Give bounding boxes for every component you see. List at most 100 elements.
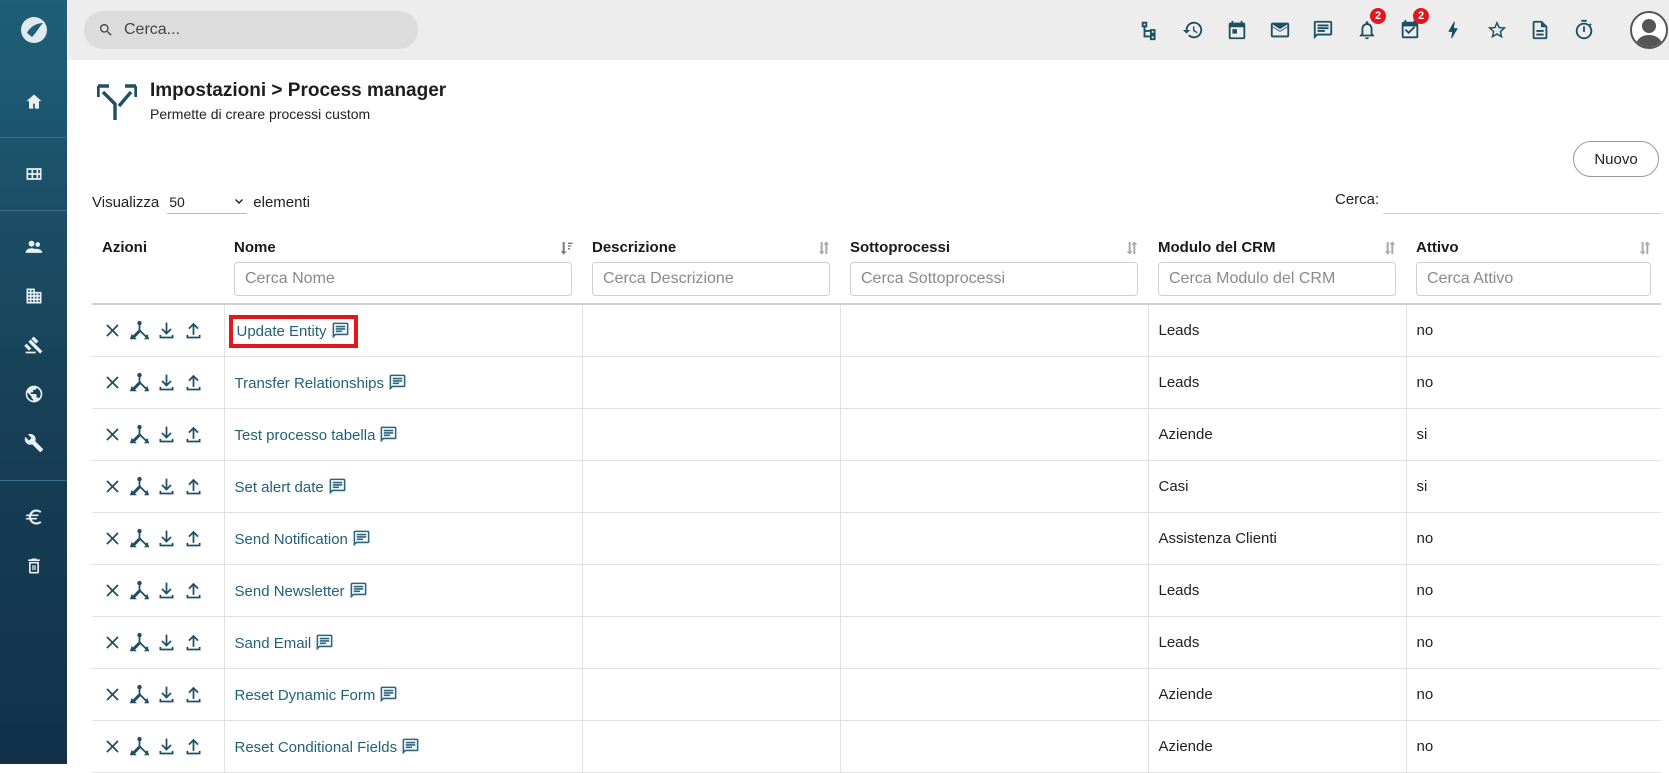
global-search[interactable] <box>84 11 418 49</box>
org-chart-button[interactable] <box>1137 17 1163 43</box>
top-bar: 2 2 <box>67 0 1669 60</box>
process-name-link[interactable]: Sand Email <box>235 635 312 652</box>
column-header-descrizione[interactable]: Descrizione <box>582 236 840 305</box>
fork-icon[interactable] <box>129 372 150 393</box>
comment-icon[interactable] <box>388 373 407 392</box>
fork-icon[interactable] <box>129 476 150 497</box>
sidebar-item-settings[interactable] <box>0 423 67 463</box>
upload-icon[interactable] <box>183 580 204 601</box>
column-header-sottoprocessi[interactable]: Sottoprocessi <box>840 236 1148 305</box>
delete-icon[interactable] <box>102 528 123 549</box>
column-header-nome[interactable]: Nome <box>224 236 582 305</box>
sidebar-item-companies[interactable] <box>0 276 67 316</box>
comment-icon[interactable] <box>315 633 334 652</box>
fork-icon[interactable] <box>129 736 150 757</box>
favorites-button[interactable] <box>1484 17 1510 43</box>
sidebar-item-contacts[interactable] <box>0 227 67 267</box>
filter-attivo-input[interactable] <box>1416 262 1651 296</box>
chevron-down-icon <box>235 198 244 204</box>
chat-button[interactable] <box>1310 17 1336 43</box>
process-name-link[interactable]: Send Notification <box>235 531 348 548</box>
upload-icon[interactable] <box>183 528 204 549</box>
page-length-select[interactable]: 50 <box>167 190 248 214</box>
fork-icon[interactable] <box>129 632 150 653</box>
delete-icon[interactable] <box>102 320 123 341</box>
process-name-link[interactable]: Send Newsletter <box>235 583 345 600</box>
comment-icon[interactable] <box>349 581 368 600</box>
tasks-button[interactable]: 2 <box>1397 8 1429 43</box>
process-name-link[interactable]: Update Entity <box>237 323 327 340</box>
sidebar-item-web[interactable] <box>0 374 67 414</box>
delete-icon[interactable] <box>102 476 123 497</box>
upload-icon[interactable] <box>183 476 204 497</box>
notifications-button[interactable]: 2 <box>1354 8 1386 43</box>
delete-icon[interactable] <box>102 580 123 601</box>
comment-icon[interactable] <box>328 477 347 496</box>
sidebar-item-auctions[interactable] <box>0 325 67 365</box>
sort-icon[interactable] <box>1382 240 1398 256</box>
download-icon[interactable] <box>156 372 177 393</box>
upload-icon[interactable] <box>183 684 204 705</box>
delete-icon[interactable] <box>102 424 123 445</box>
delete-icon[interactable] <box>102 372 123 393</box>
filter-nome-input[interactable] <box>234 262 572 296</box>
filter-descrizione-input[interactable] <box>592 262 830 296</box>
user-avatar[interactable] <box>1630 11 1668 49</box>
download-icon[interactable] <box>156 684 177 705</box>
download-icon[interactable] <box>156 632 177 653</box>
process-name-link[interactable]: Set alert date <box>235 479 324 496</box>
sidebar-item-dashboard[interactable] <box>0 154 67 194</box>
delete-icon[interactable] <box>102 632 123 653</box>
row-active: si <box>1405 460 1661 513</box>
history-button[interactable] <box>1180 17 1206 43</box>
download-icon[interactable] <box>156 736 177 757</box>
process-name-link[interactable]: Reset Conditional Fields <box>235 739 398 756</box>
download-icon[interactable] <box>156 528 177 549</box>
row-subprocesses <box>839 668 1148 721</box>
comment-icon[interactable] <box>352 529 371 548</box>
download-icon[interactable] <box>156 580 177 601</box>
sidebar-item-home[interactable] <box>0 82 67 122</box>
delete-icon[interactable] <box>102 736 123 757</box>
sidebar-item-archive[interactable] <box>0 546 67 586</box>
upload-icon[interactable] <box>183 320 204 341</box>
upload-icon[interactable] <box>183 632 204 653</box>
sort-icon[interactable] <box>1637 240 1653 256</box>
upload-icon[interactable] <box>183 372 204 393</box>
column-header-modulo[interactable]: Modulo del CRM <box>1148 236 1406 305</box>
upload-icon[interactable] <box>183 736 204 757</box>
process-name-link[interactable]: Reset Dynamic Form <box>235 687 376 704</box>
sort-icon[interactable] <box>816 240 832 256</box>
sidebar-item-finance[interactable] <box>0 497 67 537</box>
upload-icon[interactable] <box>183 424 204 445</box>
global-search-input[interactable] <box>124 21 404 39</box>
fork-icon[interactable] <box>129 684 150 705</box>
sort-icon[interactable] <box>1124 240 1140 256</box>
calendar-button[interactable] <box>1224 17 1250 43</box>
filter-modulo-input[interactable] <box>1158 262 1396 296</box>
mail-button[interactable] <box>1267 17 1293 43</box>
comment-icon[interactable] <box>401 737 420 756</box>
delete-icon[interactable] <box>102 684 123 705</box>
process-name-link[interactable]: Test processo tabella <box>235 427 376 444</box>
table-filter-input[interactable] <box>1383 184 1661 214</box>
fork-icon[interactable] <box>129 320 150 341</box>
fork-icon[interactable] <box>129 424 150 445</box>
quick-actions-button[interactable] <box>1440 17 1466 43</box>
comment-icon[interactable] <box>379 425 398 444</box>
download-icon[interactable] <box>156 424 177 445</box>
download-icon[interactable] <box>156 476 177 497</box>
process-name-link[interactable]: Transfer Relationships <box>235 375 385 392</box>
fork-icon[interactable] <box>129 528 150 549</box>
timer-button[interactable] <box>1571 17 1597 43</box>
comment-icon[interactable] <box>379 685 398 704</box>
new-process-button[interactable]: Nuovo <box>1573 141 1659 177</box>
fork-icon[interactable] <box>129 580 150 601</box>
documents-button[interactable] <box>1527 17 1553 43</box>
sort-desc-icon[interactable] <box>558 240 574 256</box>
filter-sottoprocessi-input[interactable] <box>850 262 1138 296</box>
column-header-attivo[interactable]: Attivo <box>1406 236 1661 305</box>
download-icon[interactable] <box>156 320 177 341</box>
comment-icon[interactable] <box>331 321 350 340</box>
app-logo[interactable] <box>0 0 67 60</box>
